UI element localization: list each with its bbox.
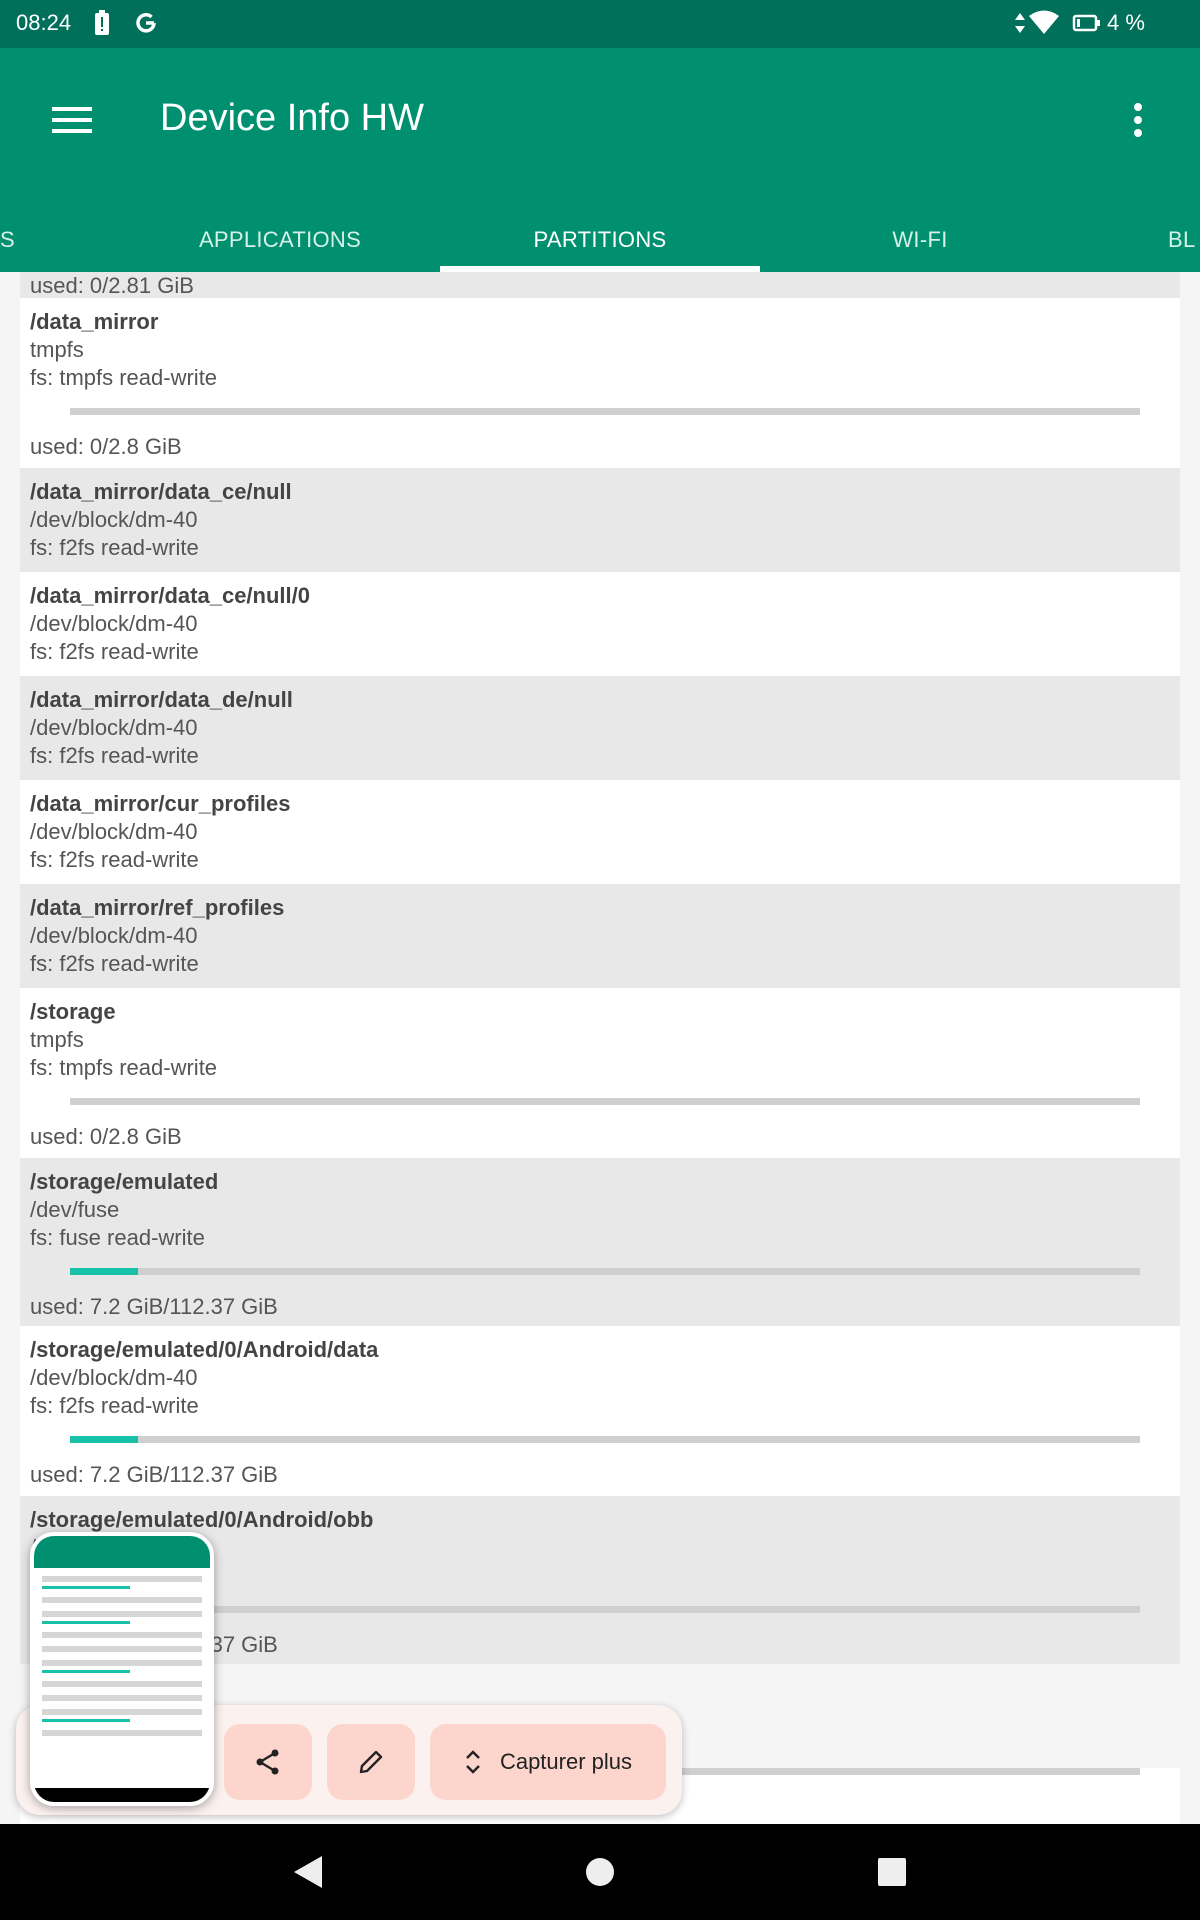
partition-fs: fs: f2fs read-write (30, 1393, 199, 1418)
edit-pencil-icon (359, 1750, 383, 1774)
unfold-icon (466, 1750, 480, 1774)
nav-recents-icon (878, 1858, 906, 1886)
edit-button[interactable] (327, 1724, 415, 1800)
list-item[interactable]: /data_mirror/ref_profiles /dev/block/dm-… (20, 884, 1180, 988)
partition-used: used: 7.2 GiB/112.37 GiB (30, 1462, 278, 1487)
partition-fs: fs: f2fs read-write (30, 639, 199, 664)
list-item[interactable]: /data_mirror tmpfs fs: tmpfs read-write … (20, 298, 1180, 468)
tab-partial-left[interactable]: S (0, 208, 40, 272)
home-button[interactable] (576, 1848, 624, 1896)
partition-device: /dev/block/dm-40 (30, 507, 198, 532)
tab-applications[interactable]: APPLICATIONS (160, 208, 400, 272)
list-item[interactable]: /storage/emulated/0/Android/data /dev/bl… (20, 1326, 1180, 1496)
list-item[interactable]: /data_mirror/data_de/null /dev/block/dm-… (20, 676, 1180, 780)
capture-more-label: Capturer plus (499, 1749, 633, 1774)
usage-bar (70, 1606, 1140, 1613)
partition-path: /data_mirror (30, 309, 159, 334)
partition-path: /data_mirror/data_ce/null/0 (30, 583, 310, 608)
status-bar: 08:24 4 % (0, 0, 1200, 48)
partition-device: tmpfs (30, 1027, 84, 1052)
tab-wifi[interactable]: WI-FI (800, 208, 1040, 272)
partition-used: used: 0/2.8 GiB (30, 1124, 182, 1149)
battery-alert-icon (92, 10, 112, 36)
partition-path: /storage/emulated/0/Android/obb (30, 1507, 374, 1532)
share-icon (256, 1749, 279, 1775)
partition-path: /data_mirror/data_de/null (30, 687, 293, 712)
battery-icon (1072, 10, 1102, 36)
partition-path: /storage (30, 999, 116, 1024)
list-item[interactable]: /data_mirror/data_ce/null /dev/block/dm-… (20, 468, 1180, 572)
usage-bar (70, 1436, 1140, 1443)
usage-bar (70, 1268, 1140, 1275)
system-nav-bar (0, 1824, 1200, 1920)
partition-path: /data_mirror/data_ce/null (30, 479, 292, 504)
partition-path: /data_mirror/ref_profiles (30, 895, 285, 920)
usage-bar (70, 408, 1140, 415)
partition-used: used: 0/2.81 GiB (30, 273, 194, 298)
partition-fs: fs: f2fs read-write (30, 847, 199, 872)
partition-fs: fs: fuse read-write (30, 1225, 205, 1250)
wifi-icon (1028, 10, 1060, 36)
nav-home-icon (586, 1858, 614, 1886)
list-item[interactable]: /data_mirror/cur_profiles /dev/block/dm-… (20, 780, 1180, 884)
partition-used: used: 7.2 GiB/112.37 GiB (30, 1294, 278, 1319)
partition-device: /dev/fuse (30, 1197, 120, 1222)
tab-partial-right[interactable]: BL (1168, 208, 1200, 272)
partition-fs: fs: tmpfs read-write (30, 365, 218, 390)
usage-bar (70, 1098, 1140, 1105)
partition-device: /dev/block/dm-40 (30, 715, 198, 740)
overflow-menu-button[interactable] (1110, 92, 1166, 148)
share-button[interactable] (224, 1724, 312, 1800)
partition-fs: fs: f2fs read-write (30, 951, 199, 976)
partition-path: /storage/emulated (30, 1169, 219, 1194)
list-item[interactable]: used: 0/2.81 GiB (20, 272, 1180, 298)
battery-percent: 4 % (1107, 10, 1145, 35)
hamburger-menu-icon (52, 107, 92, 133)
more-vert-icon (1134, 103, 1142, 137)
partition-fs: fs: tmpfs read-write (30, 1055, 218, 1080)
data-arrows-icon (1014, 10, 1026, 36)
menu-button[interactable] (44, 92, 100, 148)
app-bar: Device Info HW S APPLICATIONS PARTITIONS… (0, 48, 1200, 272)
list-item[interactable]: /storage/emulated /dev/fuse fs: fuse rea… (20, 1158, 1180, 1326)
partition-path: /storage/emulated/0/Android/data (30, 1337, 379, 1362)
back-button[interactable] (284, 1848, 332, 1896)
capture-more-button[interactable]: Capturer plus (430, 1724, 666, 1800)
list-item[interactable]: /storage tmpfs fs: tmpfs read-write used… (20, 988, 1180, 1158)
partition-device: /dev/block/dm-40 (30, 611, 198, 636)
partition-fs: fs: f2fs read-write (30, 743, 199, 768)
partition-device: tmpfs (30, 337, 84, 362)
status-time: 08:24 (16, 10, 72, 35)
nav-back-icon (294, 1856, 322, 1888)
screenshot-thumbnail[interactable] (30, 1532, 214, 1806)
partition-device: /dev/block/dm-40 (30, 1365, 198, 1390)
partition-device: /dev/block/dm-40 (30, 923, 198, 948)
page-title: Device Info HW (160, 97, 424, 139)
partition-device: /dev/block/dm-40 (30, 819, 198, 844)
partition-fs: fs: f2fs read-write (30, 535, 199, 560)
tab-partitions[interactable]: PARTITIONS (440, 208, 760, 272)
google-icon (133, 10, 159, 36)
partition-used: used: 0/2.8 GiB (30, 434, 182, 459)
partition-path: /data_mirror/cur_profiles (30, 791, 291, 816)
recents-button[interactable] (868, 1848, 916, 1896)
list-item[interactable]: /data_mirror/data_ce/null/0 /dev/block/d… (20, 572, 1180, 676)
